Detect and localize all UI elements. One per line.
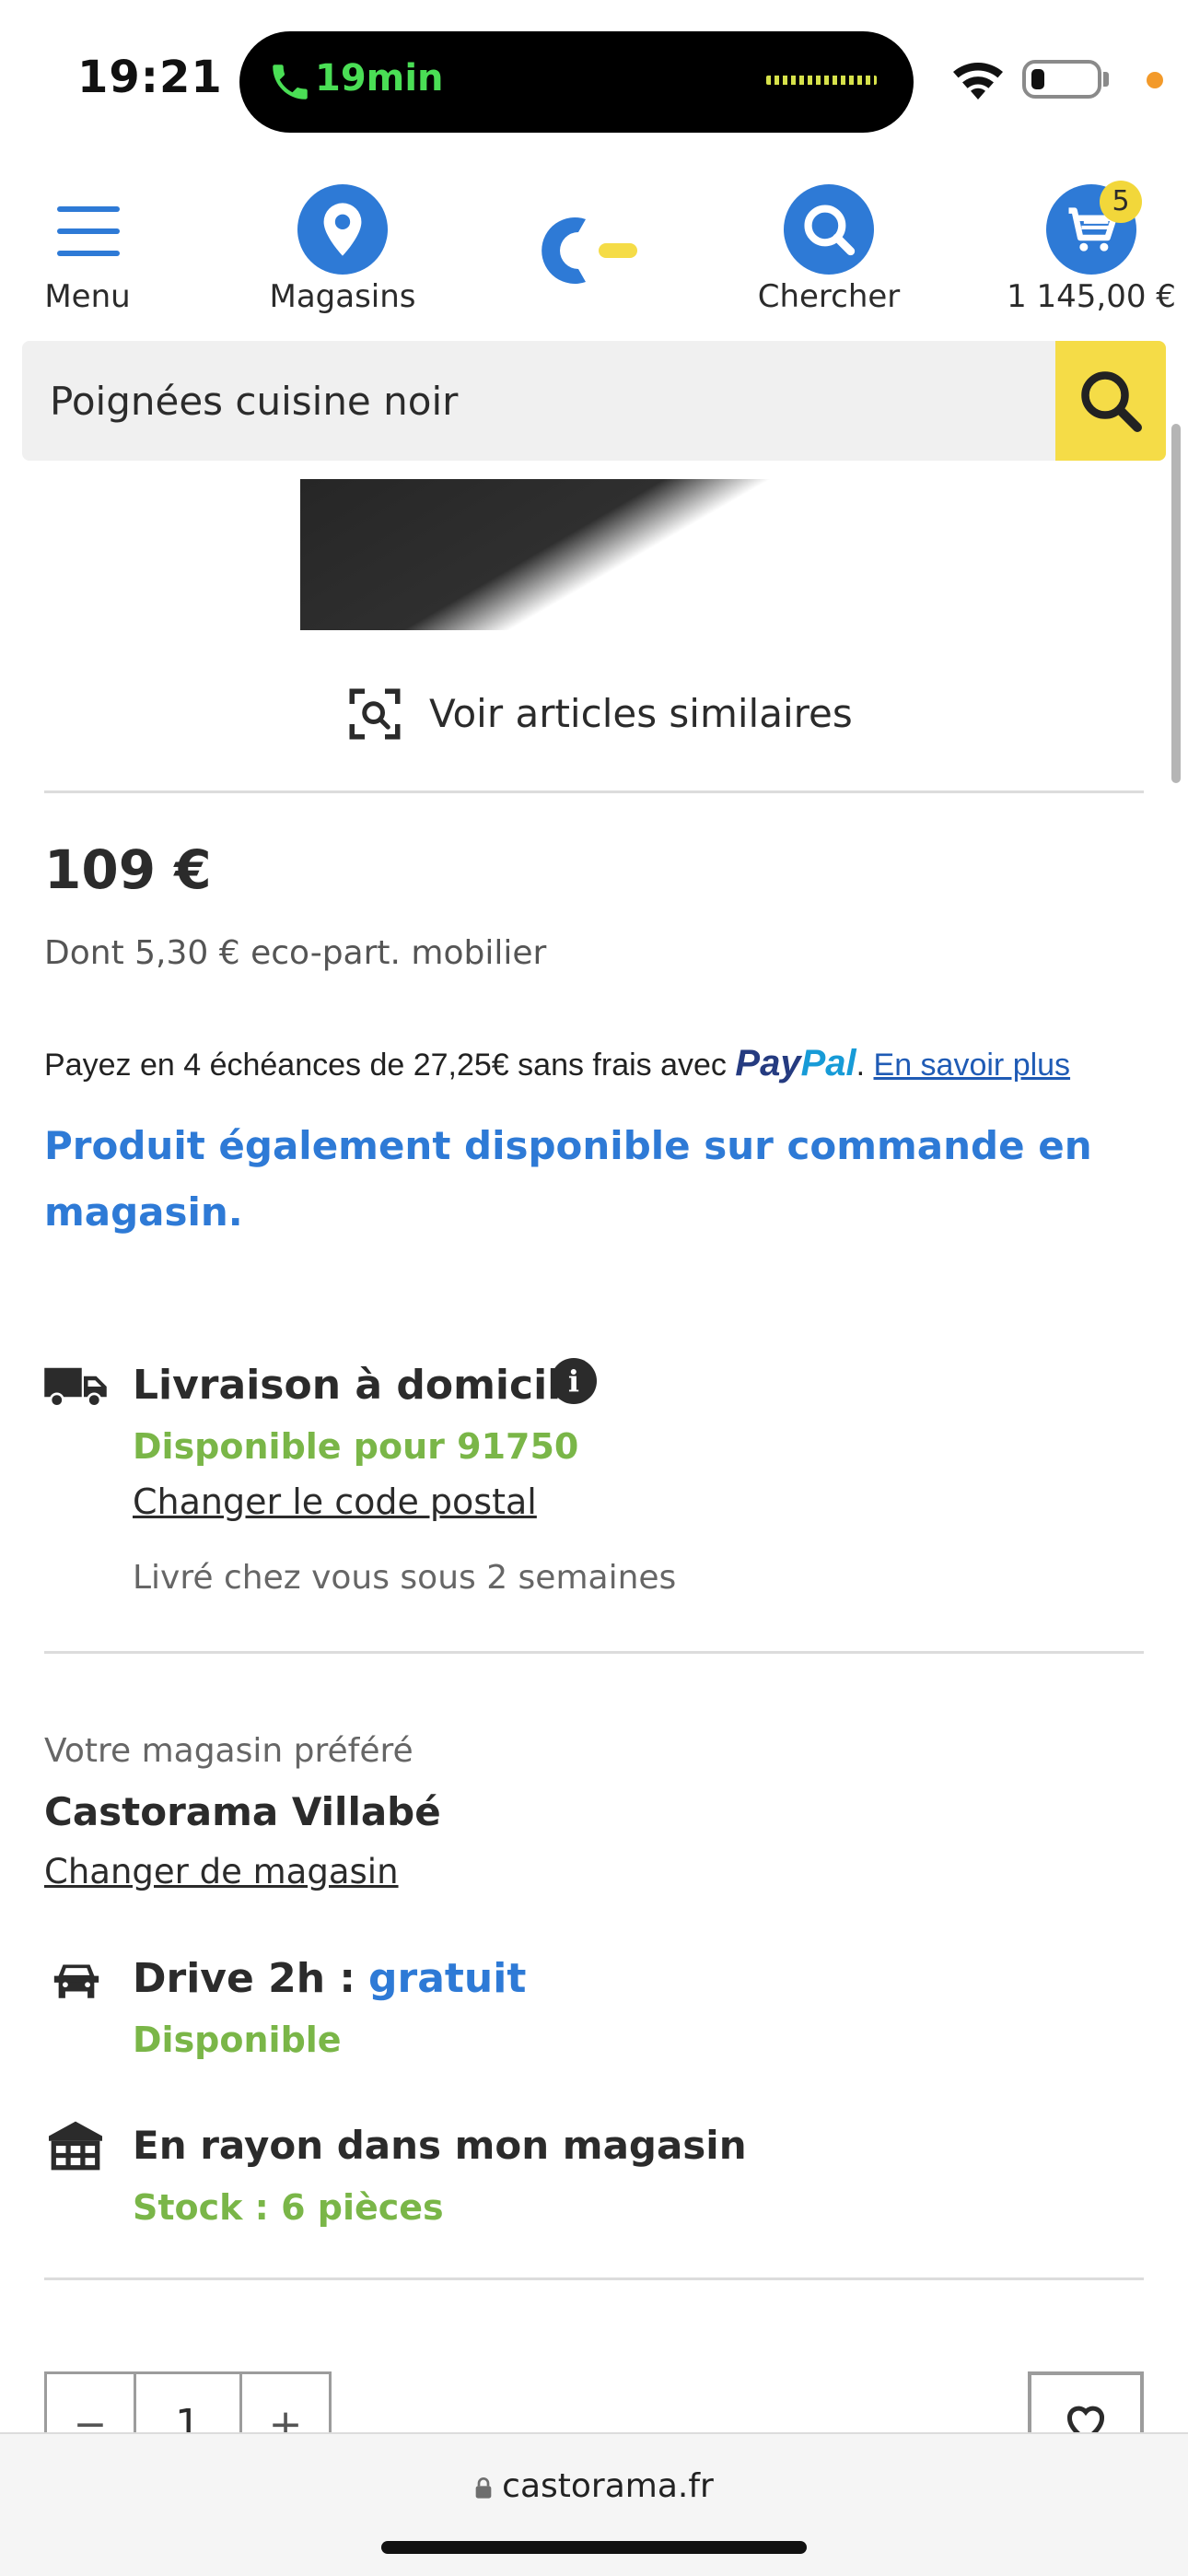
divider (44, 790, 1144, 793)
store-order-availability: Produit également disponible sur command… (44, 1123, 1092, 1235)
eco-participation: Dont 5,30 € eco-part. mobilier (44, 934, 547, 972)
hamburger-icon (57, 206, 120, 273)
delivery-truck-icon (44, 1367, 107, 1408)
cart-button[interactable]: 5 1 145,00 € (1004, 181, 1179, 322)
delivery-availability: Disponible pour 91750 (133, 1426, 579, 1467)
status-time: 19:21 (77, 52, 223, 103)
battery-icon (1022, 60, 1101, 99)
in-store-stock: Stock : 6 pièces (133, 2187, 444, 2228)
stores-label: Magasins (269, 278, 416, 315)
search-input[interactable] (22, 341, 1054, 461)
divider (44, 2277, 1144, 2280)
drive-car-icon (53, 1964, 99, 1998)
search-nav-label: Chercher (757, 278, 901, 315)
page-scrollbar[interactable] (1171, 424, 1181, 783)
paypal-installments: Payez en 4 échéances de 27,25€ sans frai… (44, 1043, 1071, 1083)
browser-url-text: castorama.fr (502, 2467, 714, 2505)
castorama-logo[interactable] (525, 205, 645, 297)
browser-address-bar[interactable]: castorama.fr (0, 2432, 1188, 2576)
home-indicator[interactable] (381, 2541, 807, 2554)
location-pin-icon (297, 184, 388, 275)
preferred-store-name: Castorama Villabé (44, 1789, 441, 1834)
lock-icon (475, 2477, 492, 2499)
menu-button[interactable]: Menu (37, 201, 138, 321)
magnifier-icon (784, 184, 874, 275)
paypal-learn-more-link[interactable]: En savoir plus (874, 1048, 1071, 1083)
dynamic-island-call[interactable]: 19min (239, 31, 914, 133)
drive-availability: Disponible (133, 2020, 342, 2060)
paypal-logo: PayPal (735, 1043, 856, 1083)
paypal-text: Payez en 4 échéances de 27,25€ sans frai… (44, 1048, 727, 1083)
drive-price: gratuit (368, 1955, 527, 2002)
browser-url: castorama.fr (0, 2467, 1188, 2505)
similar-items-link[interactable]: Voir articles similaires (344, 682, 860, 748)
call-duration: 19min (315, 57, 444, 100)
change-postal-code-link[interactable]: Changer le code postal (133, 1481, 537, 1522)
search-icon (1081, 371, 1142, 432)
delivery-delay: Livré chez vous sous 2 semaines (133, 1559, 677, 1597)
divider (44, 1651, 1144, 1654)
privacy-indicator-dot (1147, 72, 1163, 88)
info-icon[interactable]: i (551, 1358, 597, 1404)
stores-button[interactable]: Magasins (269, 184, 416, 322)
castorama-logo-icon (542, 217, 637, 284)
drive-label: Drive 2h : (133, 1955, 355, 2002)
preferred-store-label: Votre magasin préféré (44, 1732, 413, 1770)
audio-waveform-icon (766, 76, 877, 85)
wifi-icon (953, 63, 1003, 100)
product-image[interactable] (300, 479, 798, 630)
similar-items-label: Voir articles similaires (429, 691, 853, 736)
phone-icon (273, 64, 308, 100)
battery-cap (1103, 72, 1109, 87)
cart-count-badge: 5 (1100, 181, 1142, 223)
search-submit-button[interactable] (1055, 341, 1166, 461)
in-store-title: En rayon dans mon magasin (133, 2123, 747, 2168)
visual-search-icon (349, 688, 401, 740)
product-price: 109 € (44, 838, 212, 901)
change-store-link[interactable]: Changer de magasin (44, 1852, 399, 1891)
cart-total: 1 145,00 € (1007, 278, 1176, 315)
store-building-icon (49, 2121, 102, 2171)
home-delivery-title: Livraison à domicile (133, 1362, 589, 1409)
search-bar (22, 341, 1166, 461)
drive-title: Drive 2h : gratuit (133, 1955, 526, 2002)
search-nav-button[interactable]: Chercher (755, 184, 903, 322)
menu-label: Menu (44, 278, 131, 315)
